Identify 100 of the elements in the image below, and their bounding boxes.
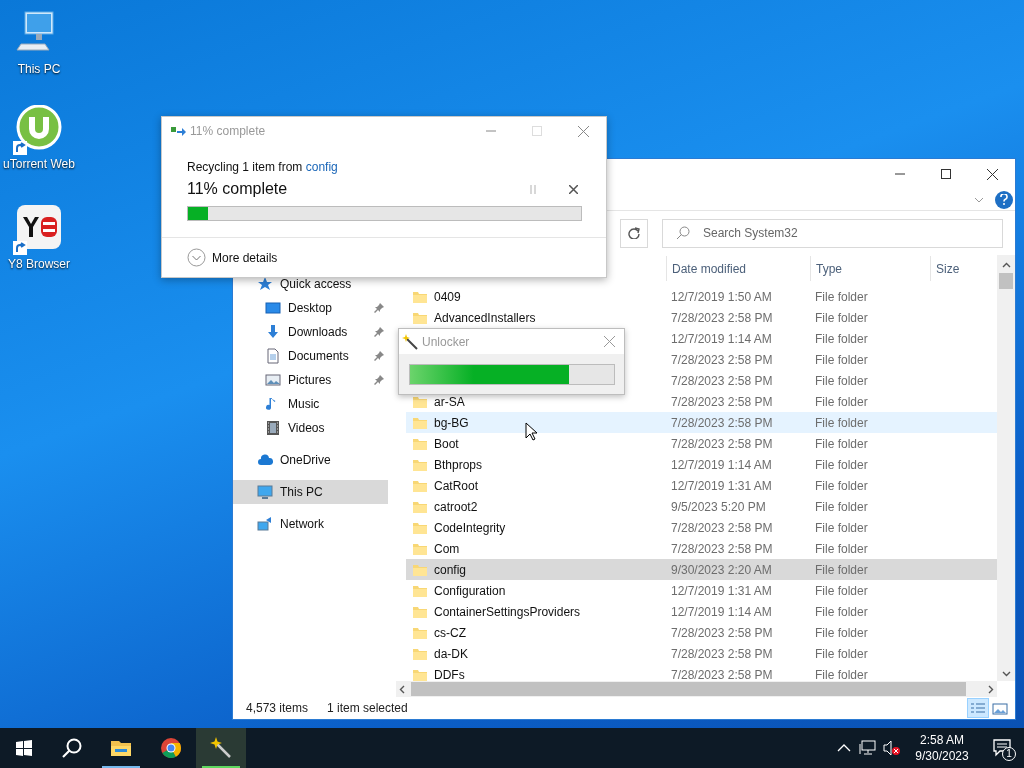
column-header[interactable]: Date modified bbox=[666, 256, 810, 281]
file-name: ContainerSettingsProviders bbox=[434, 603, 581, 621]
scrollbar-thumb[interactable] bbox=[999, 273, 1013, 289]
type-cell: File folder bbox=[815, 541, 868, 556]
date-cell: 9/30/2023 2:20 AM bbox=[671, 562, 772, 577]
type-cell: File folder bbox=[815, 562, 868, 577]
file-row[interactable]: AdvancedInstallers 7/28/2023 2:58 PM File folder bbox=[406, 307, 997, 328]
type-cell: File folder bbox=[815, 415, 868, 430]
view-toggle-button[interactable] bbox=[967, 698, 989, 718]
type-cell: File folder bbox=[815, 394, 868, 409]
file-name: Com bbox=[434, 540, 460, 558]
file-row[interactable]: ContainerSettingsProviders 12/7/2019 1:14 AM File folder bbox=[406, 601, 997, 622]
type-cell: File folder bbox=[815, 331, 868, 346]
search-icon bbox=[62, 738, 82, 758]
nav-item[interactable]: Music bbox=[233, 392, 388, 416]
type-cell: File folder bbox=[815, 373, 868, 388]
notification-badge: 1 bbox=[1002, 747, 1016, 761]
mouse-pointer-icon bbox=[525, 422, 537, 441]
file-row[interactable]: Boot 7/28/2023 2:58 PM File folder bbox=[406, 433, 997, 454]
file-name: ar-SA bbox=[434, 393, 465, 411]
file-row[interactable]: Com 7/28/2023 2:58 PM File folder bbox=[406, 538, 997, 559]
desktop-icon bbox=[265, 300, 281, 316]
file-name: CatRoot bbox=[434, 477, 479, 495]
nav-item[interactable]: Network bbox=[233, 512, 388, 536]
date-cell: 7/28/2023 2:58 PM bbox=[671, 625, 773, 640]
desktop-icon-label[interactable]: uTorrent Web bbox=[3, 157, 75, 171]
date-cell: 7/28/2023 2:58 PM bbox=[671, 394, 773, 409]
scrollbar-thumb[interactable] bbox=[411, 682, 966, 696]
dialog-title: 11% complete bbox=[190, 123, 267, 140]
progress-heading: 11% complete bbox=[187, 179, 289, 199]
search-field[interactable]: Search System32 bbox=[662, 218, 1003, 248]
file-name: bg-BG bbox=[434, 414, 469, 432]
nav-item[interactable]: Documents bbox=[233, 344, 388, 368]
file-row[interactable]: config 9/30/2023 2:20 AM File folder bbox=[406, 559, 997, 580]
nav-item[interactable]: Quick access bbox=[233, 272, 388, 296]
network-icon bbox=[257, 516, 273, 532]
file-row[interactable]: Bthprops 12/7/2019 1:14 AM File folder bbox=[406, 454, 997, 475]
chrome-logo-icon bbox=[160, 737, 182, 759]
type-cell: File folder bbox=[815, 310, 868, 325]
nav-item[interactable]: Downloads bbox=[233, 320, 388, 344]
date-cell: 12/7/2019 1:14 AM bbox=[671, 331, 772, 346]
chevron-down-icon bbox=[974, 196, 984, 203]
horizontal-scrollbar[interactable] bbox=[396, 681, 997, 697]
caret-up-icon bbox=[837, 744, 851, 752]
date-cell: 7/28/2023 2:58 PM bbox=[671, 667, 773, 681]
picture-icon bbox=[265, 372, 281, 388]
download-arrow-icon bbox=[265, 324, 281, 340]
date-cell: 7/28/2023 2:58 PM bbox=[671, 373, 773, 388]
file-name: Configuration bbox=[434, 582, 506, 600]
taskbar-app-button[interactable] bbox=[196, 728, 246, 768]
clock-button[interactable]: 2:58 AM 9/30/2023 bbox=[904, 728, 980, 768]
nav-item[interactable]: Pictures bbox=[233, 368, 388, 392]
date-cell: 7/28/2023 2:58 PM bbox=[671, 436, 773, 451]
file-name: Bthprops bbox=[434, 456, 483, 474]
file-row[interactable]: 0409 12/7/2019 1:50 AM File folder bbox=[406, 286, 997, 307]
file-name: cs-CZ bbox=[434, 624, 466, 642]
windows-logo-icon bbox=[16, 740, 32, 756]
file-row[interactable]: ar-SA 7/28/2023 2:58 PM File folder bbox=[406, 391, 997, 412]
date-cell: 7/28/2023 2:58 PM bbox=[671, 310, 773, 325]
action-center-button[interactable]: 1 bbox=[980, 728, 1024, 768]
thumbnail-view-icon bbox=[991, 701, 1009, 715]
date-cell: 12/7/2019 1:14 AM bbox=[671, 457, 772, 472]
nav-item[interactable]: Videos bbox=[233, 416, 388, 440]
monitor-icon bbox=[257, 484, 273, 500]
nav-item[interactable]: Desktop bbox=[233, 296, 388, 320]
magic-wand-icon bbox=[210, 737, 232, 759]
more-details-button[interactable]: More details bbox=[187, 248, 278, 267]
close-icon bbox=[577, 125, 589, 137]
date-cell: 7/28/2023 2:58 PM bbox=[671, 352, 773, 367]
question-mark-icon bbox=[1000, 194, 1008, 205]
help-button[interactable] bbox=[995, 190, 1013, 209]
pause-icon bbox=[530, 184, 536, 194]
file-row[interactable]: Configuration 12/7/2019 1:31 AM File folder bbox=[406, 580, 997, 601]
file-row[interactable]: cs-CZ 7/28/2023 2:58 PM File folder bbox=[406, 622, 997, 643]
type-cell: File folder bbox=[815, 583, 868, 598]
network-monitor-icon bbox=[859, 740, 877, 756]
desktop-icon-label[interactable]: Y8 Browser bbox=[8, 257, 70, 271]
dialog-title: Unlocker bbox=[422, 333, 471, 351]
file-name: catroot2 bbox=[434, 498, 478, 516]
source-folder-link[interactable]: config bbox=[305, 160, 338, 174]
file-row[interactable]: DDFs 7/28/2023 2:58 PM File folder bbox=[406, 664, 997, 681]
refresh-button[interactable] bbox=[620, 218, 648, 248]
type-cell: File folder bbox=[815, 289, 868, 304]
column-header[interactable]: Type bbox=[810, 256, 930, 281]
file-row[interactable]: CodeIntegrity 7/28/2023 2:58 PM File folder bbox=[406, 517, 997, 538]
type-cell: File folder bbox=[815, 478, 868, 493]
nav-item[interactable]: This PC bbox=[233, 480, 388, 504]
notification-icon bbox=[993, 739, 1011, 757]
file-row[interactable]: catroot2 9/5/2023 5:20 PM File folder bbox=[406, 496, 997, 517]
vertical-scrollbar[interactable] bbox=[997, 255, 1015, 681]
file-row[interactable]: CatRoot 12/7/2019 1:31 AM File folder bbox=[406, 475, 997, 496]
type-cell: File folder bbox=[815, 436, 868, 451]
search-icon bbox=[676, 225, 690, 240]
desktop-icon-label[interactable]: This PC bbox=[17, 62, 61, 76]
type-cell: File folder bbox=[815, 352, 868, 367]
scroll-up-icon bbox=[1001, 262, 1011, 268]
file-row[interactable]: da-DK 7/28/2023 2:58 PM File folder bbox=[406, 643, 997, 664]
nav-item[interactable]: OneDrive bbox=[233, 448, 388, 472]
file-row[interactable]: bg-BG 7/28/2023 2:58 PM File folder bbox=[406, 412, 997, 433]
file-name: da-DK bbox=[434, 645, 468, 663]
